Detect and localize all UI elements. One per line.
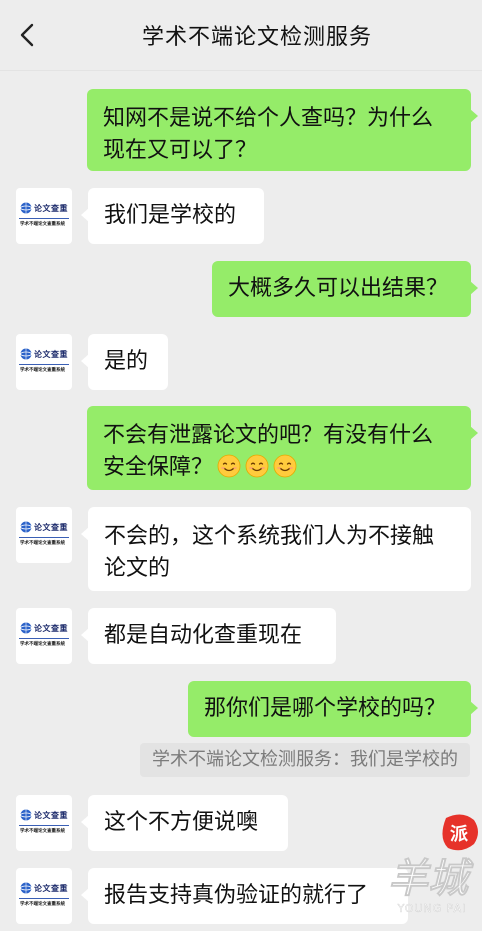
avatar-logo: 论文查重 <box>20 881 68 895</box>
message-line: 不会的，这个系统我们人为不接触 <box>104 524 435 549</box>
message-bubble-incoming[interactable]: 不会的，这个系统我们人为不接触 论文的 <box>81 507 471 591</box>
avatar-divider <box>19 898 69 899</box>
avatar-logo-text: 论文查重 <box>34 883 68 893</box>
quoted-message[interactable]: 学术不端论文检测服务：我们是学校的 <box>140 743 470 777</box>
avatar[interactable]: 论文查重 学术不端论文查重系统 <box>16 507 72 563</box>
avatar-logo: 论文查重 <box>20 347 68 361</box>
message-bubble-incoming[interactable]: 报告支持真伪验证的就行了 <box>81 868 408 924</box>
message-line: 那你们是哪个学校的吗？ <box>204 696 447 721</box>
chat-title: 学术不端论文检测服务 <box>141 25 372 50</box>
smile-emoji-icon <box>245 454 269 478</box>
message-bubble-incoming[interactable]: 都是自动化查重现在 <box>81 608 336 664</box>
smile-emoji-icon <box>273 454 297 478</box>
message-bubble-outgoing[interactable]: 知网不是说不给个人查吗？为什么 现在又可以了？ <box>87 89 478 171</box>
message-bubble-outgoing[interactable]: 大概多久可以出结果？ <box>212 261 478 317</box>
message-line: 是的 <box>104 349 149 374</box>
smile-emoji-icon <box>217 454 241 478</box>
avatar-logo-text: 论文查重 <box>34 623 68 633</box>
avatar-logo: 论文查重 <box>20 520 68 534</box>
message-bubble-incoming[interactable]: 我们是学校的 <box>81 188 264 244</box>
avatar-subtitle: 学术不端论文查重系统 <box>20 902 65 907</box>
avatar[interactable]: 论文查重 学术不端论文查重系统 <box>16 334 72 390</box>
avatar-logo: 论文查重 <box>20 201 68 215</box>
avatar-subtitle: 学术不端论文查重系统 <box>20 829 65 834</box>
message-line-with-emoji: 安全保障？ <box>103 452 455 484</box>
message-line: 都是自动化查重现在 <box>104 623 303 648</box>
watermark-logo: 派 羊城 YOUNG PAI <box>388 814 478 915</box>
message-line: 现在又可以了？ <box>103 138 258 163</box>
avatar-subtitle: 学术不端论文查重系统 <box>20 222 65 227</box>
avatar-subtitle: 学术不端论文查重系统 <box>20 642 65 647</box>
globe-icon <box>20 809 32 821</box>
avatar[interactable]: 论文查重 学术不端论文查重系统 <box>16 188 72 244</box>
watermark-seal-char: 派 <box>450 824 469 845</box>
chat-header: 学术不端论文检测服务 <box>0 0 482 71</box>
avatar-logo-text: 论文查重 <box>34 349 68 359</box>
avatar-subtitle: 学术不端论文查重系统 <box>20 368 65 373</box>
globe-icon <box>20 202 32 214</box>
avatar-divider <box>19 825 69 826</box>
message-line: 论文的 <box>104 556 171 581</box>
message-line: 这个不方便说噢 <box>104 810 259 835</box>
avatar-divider <box>19 537 69 538</box>
avatar-subtitle: 学术不端论文查重系统 <box>20 541 65 546</box>
avatar-logo: 论文查重 <box>20 808 68 822</box>
globe-icon <box>20 348 32 360</box>
message-bubble-outgoing[interactable]: 那你们是哪个学校的吗？ <box>188 681 478 737</box>
globe-icon <box>20 521 32 533</box>
watermark-sub-text: YOUNG PAI <box>397 902 467 915</box>
message-bubble-outgoing[interactable]: 不会有泄露论文的吧？有没有什么 安全保障？ <box>87 406 478 490</box>
globe-icon <box>20 622 32 634</box>
globe-icon <box>20 882 32 894</box>
message-line: 报告支持真伪验证的就行了 <box>104 883 369 908</box>
avatar[interactable]: 论文查重 学术不端论文查重系统 <box>16 608 72 664</box>
avatar-divider <box>19 364 69 365</box>
message-line: 不会有泄露论文的吧？有没有什么 <box>103 423 434 448</box>
avatar[interactable]: 论文查重 学术不端论文查重系统 <box>16 795 72 851</box>
avatar-logo-text: 论文查重 <box>34 203 68 213</box>
message-bubble-incoming[interactable]: 这个不方便说噢 <box>81 795 288 851</box>
avatar-logo-text: 论文查重 <box>34 522 68 532</box>
avatar-divider <box>19 218 69 219</box>
avatar-logo-text: 论文查重 <box>34 810 68 820</box>
avatar-logo: 论文查重 <box>20 621 68 635</box>
message-line: 大概多久可以出结果？ <box>228 276 449 301</box>
avatar-divider <box>19 638 69 639</box>
message-line: 我们是学校的 <box>104 203 237 228</box>
watermark-main-text: 羊城 <box>388 855 474 902</box>
message-bubble-incoming[interactable]: 是的 <box>81 334 168 390</box>
avatar[interactable]: 论文查重 学术不端论文查重系统 <box>16 868 72 924</box>
message-line: 知网不是说不给个人查吗？为什么 <box>103 106 434 131</box>
message-line: 安全保障？ <box>103 455 214 480</box>
